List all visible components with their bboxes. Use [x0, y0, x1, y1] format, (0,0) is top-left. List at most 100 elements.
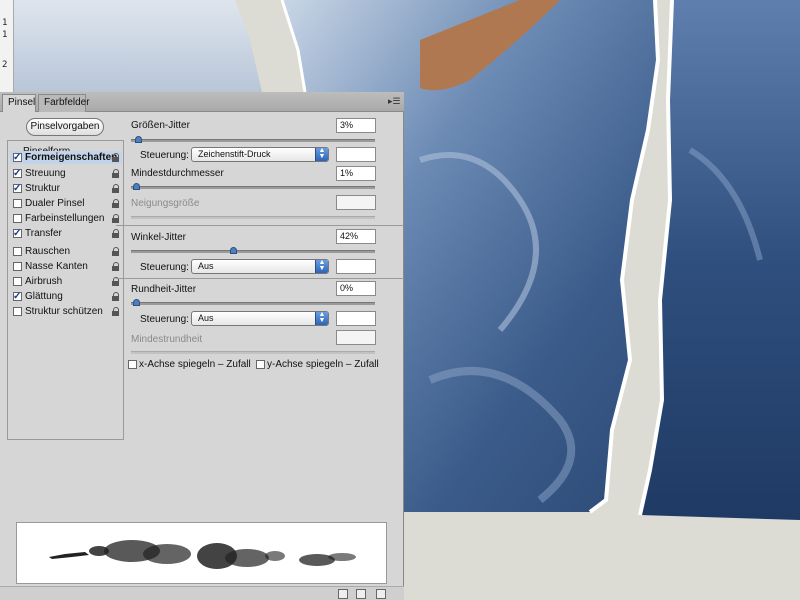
- roundness-jitter-slider[interactable]: [131, 299, 375, 306]
- brush-option-item[interactable]: Dualer Pinsel: [10, 197, 122, 210]
- flip-y-checkbox[interactable]: [256, 360, 265, 369]
- panel-bottom-bar: [0, 586, 404, 600]
- angle-jitter-slider-thumb[interactable]: [230, 247, 238, 254]
- brush-option-item[interactable]: Glättung: [10, 290, 122, 303]
- angle-jitter-slider[interactable]: [131, 247, 375, 254]
- brush-option-label: Streuung: [25, 168, 66, 179]
- size-jitter-field[interactable]: 3%: [336, 118, 376, 133]
- brush-option-label: Glättung: [25, 291, 63, 302]
- brush-option-checkbox[interactable]: [13, 227, 22, 240]
- size-control-field[interactable]: [336, 147, 376, 162]
- lock-icon[interactable]: [112, 214, 120, 223]
- panel-menu-icon[interactable]: ▸☰: [388, 97, 401, 106]
- lock-icon[interactable]: [112, 247, 120, 256]
- brush-option-item[interactable]: Struktur schützen: [10, 305, 122, 318]
- ruler-mark: 1: [2, 18, 8, 28]
- select-arrows-icon: ▲ ▼: [315, 147, 328, 161]
- brush-option-item[interactable]: Struktur: [10, 182, 122, 195]
- lock-icon[interactable]: [112, 169, 120, 178]
- min-roundness-slider: [131, 351, 375, 354]
- lock-icon[interactable]: [112, 262, 120, 271]
- brush-option-item[interactable]: Farbeinstellungen: [10, 212, 122, 225]
- brush-stroke-preview: [16, 522, 387, 584]
- brush-option-checkbox[interactable]: [13, 277, 22, 286]
- angle-jitter-field[interactable]: 42%: [336, 229, 376, 244]
- brush-option-label: Struktur: [25, 183, 61, 194]
- flip-x-label: x-Achse spiegeln – Zufall: [139, 359, 251, 370]
- brush-option-item[interactable]: Rauschen: [10, 245, 122, 258]
- lock-icon[interactable]: [112, 292, 120, 301]
- new-preset-icon[interactable]: [376, 589, 386, 599]
- roundness-jitter-field[interactable]: 0%: [336, 281, 376, 296]
- size-jitter-slider-thumb[interactable]: [135, 136, 143, 143]
- brush-option-item[interactable]: Streuung: [10, 167, 122, 180]
- panel-tab-strip: Pinsel Farbfelder ▸☰: [0, 92, 404, 112]
- select-arrows-icon: ▲ ▼: [315, 259, 328, 273]
- size-jitter-slider[interactable]: [131, 136, 375, 143]
- section-divider: [116, 225, 404, 226]
- tilt-scale-label: Neigungsgröße: [131, 198, 200, 209]
- ruler-mark: 1: [2, 30, 8, 40]
- brush-options-list: Pinselform FormeigenschaftenStreuungStru…: [7, 140, 124, 440]
- lock-icon[interactable]: [112, 229, 120, 238]
- ruler-mark: 2: [2, 60, 8, 70]
- brush-panel: Pinsel Farbfelder ▸☰ Pinselvorgaben Pins…: [0, 92, 404, 600]
- min-roundness-label: Mindestrundheit: [131, 334, 203, 345]
- grid-icon[interactable]: [356, 589, 366, 599]
- min-diameter-label: Mindestdurchmesser: [131, 168, 224, 179]
- min-diameter-field[interactable]: 1%: [336, 166, 376, 181]
- roundness-control-field[interactable]: [336, 311, 376, 326]
- lock-icon[interactable]: [112, 307, 120, 316]
- brush-presets-button[interactable]: Pinselvorgaben: [26, 118, 104, 136]
- min-diameter-slider-thumb[interactable]: [132, 183, 140, 190]
- min-roundness-field: [336, 330, 376, 345]
- size-control-value: Zeichenstift-Druck: [198, 149, 271, 159]
- brush-option-label: Struktur schützen: [25, 306, 103, 317]
- angle-control-field[interactable]: [336, 259, 376, 274]
- brush-option-checkbox[interactable]: [13, 307, 22, 316]
- brush-option-checkbox[interactable]: [13, 167, 22, 180]
- size-jitter-label: Größen-Jitter: [131, 120, 190, 131]
- tilt-scale-field: [336, 195, 376, 210]
- brush-option-label: Transfer: [25, 228, 62, 239]
- vertical-ruler[interactable]: 1 1 2: [0, 0, 14, 92]
- lock-icon[interactable]: [112, 153, 120, 162]
- brush-option-checkbox[interactable]: [13, 199, 22, 208]
- angle-control-select[interactable]: Aus ▲ ▼: [191, 259, 329, 274]
- size-control-select[interactable]: Zeichenstift-Druck ▲ ▼: [191, 147, 329, 162]
- angle-jitter-label: Winkel-Jitter: [131, 232, 187, 243]
- roundness-jitter-label: Rundheit-Jitter: [131, 284, 197, 295]
- size-control-label: Steuerung:: [140, 150, 189, 161]
- brush-option-label: Airbrush: [25, 276, 63, 287]
- lock-icon[interactable]: [112, 199, 120, 208]
- brush-option-label: Dualer Pinsel: [25, 198, 85, 209]
- brush-option-item[interactable]: Nasse Kanten: [10, 260, 122, 273]
- brush-option-label: Nasse Kanten: [25, 261, 88, 272]
- flip-y-label: y-Achse spiegeln – Zufall: [267, 359, 379, 370]
- brush-option-item[interactable]: Airbrush: [10, 275, 122, 288]
- min-diameter-slider[interactable]: [131, 183, 375, 190]
- angle-control-label: Steuerung:: [140, 262, 189, 273]
- roundness-control-select[interactable]: Aus ▲ ▼: [191, 311, 329, 326]
- brush-option-label: Farbeinstellungen: [25, 213, 105, 224]
- roundness-control-label: Steuerung:: [140, 314, 189, 325]
- flip-x-checkbox[interactable]: [128, 360, 137, 369]
- tilt-scale-slider: [131, 216, 375, 219]
- brush-option-checkbox[interactable]: [13, 214, 22, 223]
- brush-option-checkbox[interactable]: [13, 290, 22, 303]
- roundness-jitter-slider-thumb[interactable]: [132, 299, 140, 306]
- tab-farbfelder[interactable]: Farbfelder: [38, 94, 90, 112]
- roundness-control-value: Aus: [198, 313, 214, 323]
- brush-option-label: Formeigenschaften: [25, 152, 118, 163]
- brush-option-checkbox[interactable]: [13, 247, 22, 256]
- lock-icon[interactable]: [112, 184, 120, 193]
- brush-option-item[interactable]: Formeigenschaften: [10, 151, 122, 164]
- tab-pinsel[interactable]: Pinsel: [2, 94, 36, 112]
- brush-option-checkbox[interactable]: [13, 182, 22, 195]
- toggle-brush-preview-icon[interactable]: [338, 589, 348, 599]
- brush-option-label: Rauschen: [25, 246, 71, 257]
- section-divider: [116, 278, 404, 279]
- brush-option-checkbox[interactable]: [13, 262, 22, 271]
- brush-option-item[interactable]: Transfer: [10, 227, 122, 240]
- brush-option-checkbox[interactable]: [13, 151, 22, 164]
